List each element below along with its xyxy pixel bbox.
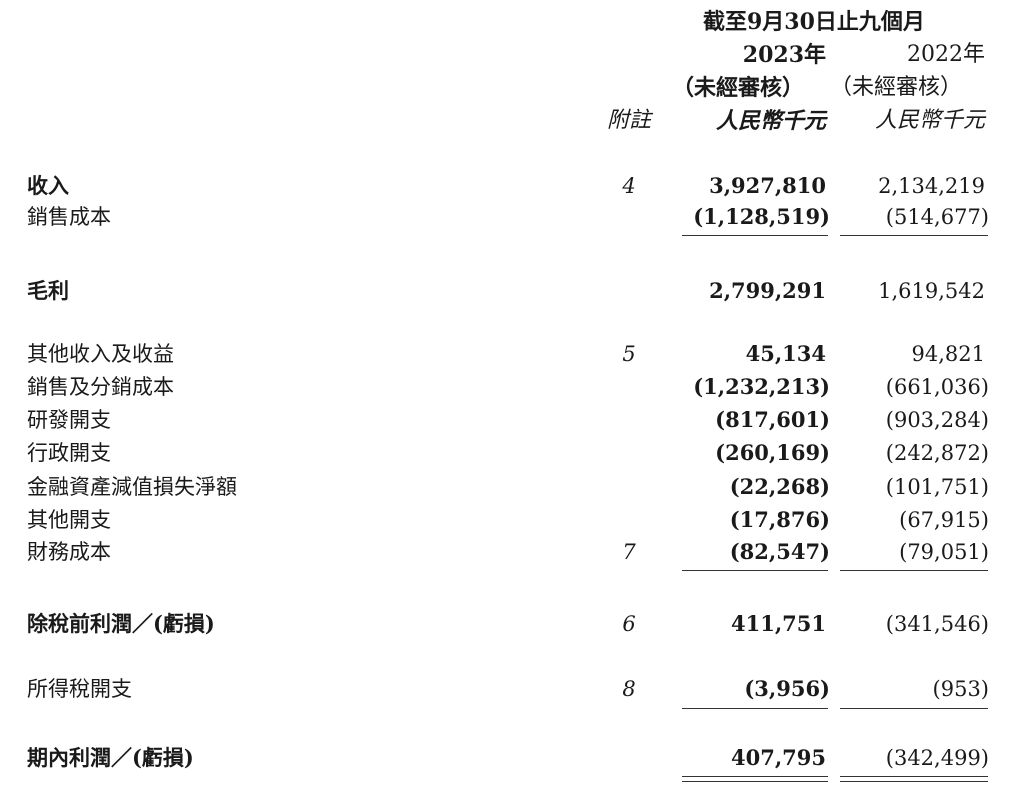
audit-2022-header: （未經審核） (830, 75, 963, 100)
row-2023-profit-for-period: 407,795 (731, 745, 826, 770)
double-rule-2023-top (682, 776, 828, 777)
row-2022-finance-costs: (79,051) (899, 540, 989, 564)
row-2022-impairment: (101,751) (885, 475, 989, 499)
row-label-cost-of-sales: 銷售成本 (27, 205, 111, 229)
row-2023-selling-distribution: (1,232,213) (693, 374, 830, 399)
unit-2022-header: 人民幣千元 (874, 108, 985, 133)
unit-2023-header: 人民幣千元 (715, 108, 826, 134)
double-rule-2022-bottom (840, 781, 988, 782)
row-note-revenue: 4 (622, 174, 636, 198)
row-label-profit-before-tax: 除稅前利潤／(虧損) (27, 611, 215, 636)
row-2022-profit-before-tax: (341,546) (885, 612, 989, 636)
row-label-impairment: 金融資產減值損失淨額 (27, 475, 237, 499)
year-2022-header: 2022年 (907, 42, 985, 67)
row-2023-income-tax: (3,956) (744, 676, 830, 701)
double-rule-2022-top (840, 776, 988, 777)
row-note-income-tax: 8 (622, 677, 636, 701)
audit-2023-header: （未經審核） (672, 75, 805, 101)
row-note-finance-costs: 7 (622, 540, 636, 564)
row-2022-other-expenses: (67,915) (899, 508, 989, 532)
row-2023-impairment: (22,268) (729, 474, 830, 499)
row-label-other-income: 其他收入及收益 (27, 342, 174, 366)
row-2022-profit-for-period: (342,499) (885, 746, 989, 770)
row-label-selling-distribution: 銷售及分銷成本 (27, 375, 174, 399)
row-label-revenue: 收入 (27, 173, 69, 198)
row-label-finance-costs: 財務成本 (27, 540, 111, 564)
row-2022-gross-profit: 1,619,542 (878, 279, 985, 303)
row-label-rnd: 研發開支 (27, 408, 111, 432)
subtotal-rule-2023 (682, 235, 828, 236)
row-2022-selling-distribution: (661,036) (885, 375, 989, 399)
row-label-income-tax: 所得稅開支 (27, 677, 132, 701)
row-2022-revenue: 2,134,219 (878, 174, 985, 198)
subtotal-rule-2022 (840, 708, 988, 709)
year-2023-header: 2023年 (742, 42, 826, 68)
row-label-gross-profit: 毛利 (27, 278, 69, 303)
row-2023-admin: (260,169) (715, 440, 830, 465)
subtotal-rule-2023 (682, 708, 828, 709)
row-note-profit-before-tax: 6 (622, 612, 636, 636)
row-2022-cost-of-sales: (514,677) (885, 205, 989, 229)
row-label-profit-for-period: 期內利潤／(虧損) (27, 745, 194, 770)
row-2023-rnd: (817,601) (715, 407, 830, 432)
row-2023-other-expenses: (17,876) (729, 507, 830, 532)
double-rule-2023-bottom (682, 781, 828, 782)
row-2023-revenue: 3,927,810 (709, 173, 826, 198)
row-2022-income-tax: (953) (932, 677, 989, 701)
row-label-other-expenses: 其他開支 (27, 508, 111, 532)
row-2023-cost-of-sales: (1,128,519) (693, 204, 830, 229)
row-2022-admin: (242,872) (885, 441, 989, 465)
notes-column-header: 附註 (607, 108, 652, 133)
row-2022-rnd: (903,284) (885, 408, 989, 432)
row-2023-finance-costs: (82,547) (729, 539, 830, 564)
row-label-admin: 行政開支 (27, 441, 111, 465)
period-header: 截至9月30日止九個月 (703, 9, 925, 35)
row-2023-profit-before-tax: 411,751 (731, 611, 826, 636)
row-2023-gross-profit: 2,799,291 (709, 278, 826, 303)
subtotal-rule-2023 (682, 570, 828, 571)
subtotal-rule-2022 (840, 570, 988, 571)
row-2023-other-income: 45,134 (745, 341, 826, 366)
row-2022-other-income: 94,821 (911, 342, 985, 366)
row-note-other-income: 5 (622, 342, 636, 366)
subtotal-rule-2022 (840, 235, 988, 236)
